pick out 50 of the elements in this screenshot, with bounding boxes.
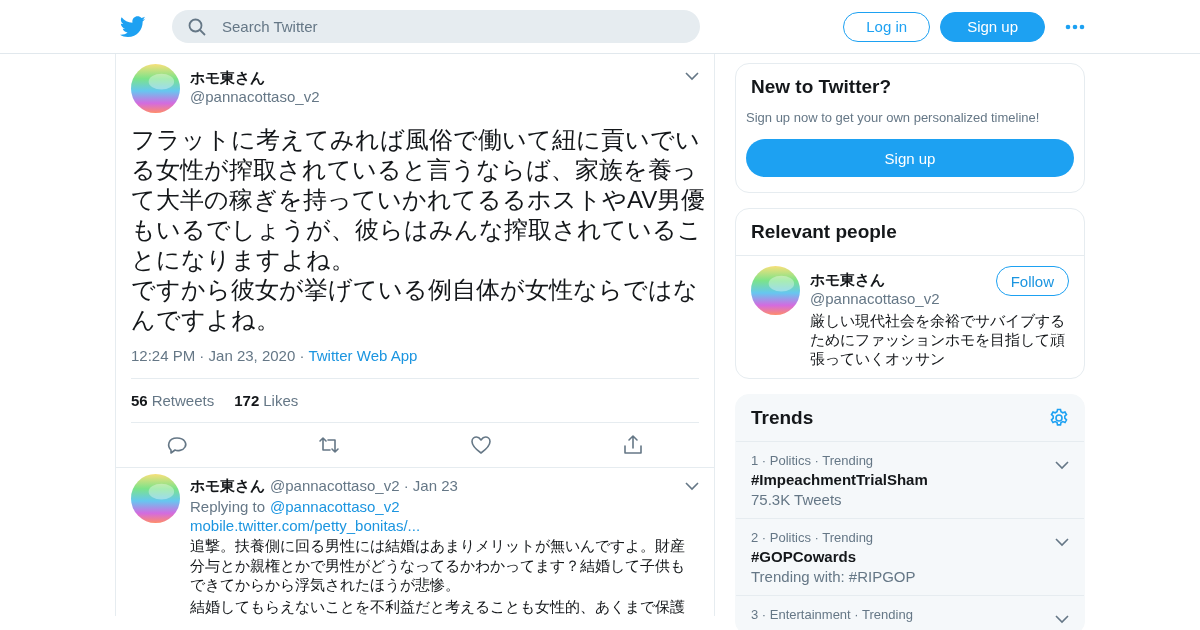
follow-button[interactable]: Follow	[995, 266, 1069, 296]
chevron-down-icon[interactable]	[685, 72, 699, 81]
search-icon	[188, 18, 206, 36]
user-handle[interactable]: @pannacottaso_v2 · Jan 23	[270, 477, 458, 494]
sign-up-button[interactable]: Sign up	[940, 11, 1045, 42]
sign-up-button[interactable]: Sign up	[746, 139, 1074, 177]
retweet-icon[interactable]	[318, 434, 340, 456]
tweet-text: ですから彼女が挙げている例自体が女性ならではなんですよね。	[131, 275, 699, 335]
card-title: Relevant people	[750, 220, 898, 244]
user-handle[interactable]: @pannacottaso_v2	[810, 290, 996, 307]
search-field[interactable]: Search Twitter	[172, 10, 700, 43]
user-bio: 厳しい現代社会を余裕でサバイブするためにファッションホモを目指して頑張っていくオッサン	[810, 311, 1066, 368]
trend-name[interactable]: #GOPCowards	[751, 548, 916, 565]
reply-text: 追撃。扶養側に回る男性には結婚はあまりメリットが無いんですよ。財産分与とか親権とかで男性がどうなってるかわかってます？結婚して子供もできてからから浮気されたほうが悲惨。	[190, 536, 686, 595]
trend-detail: 75.3K Tweets	[751, 491, 843, 508]
display-name[interactable]: ホモ東さん	[810, 271, 996, 290]
bird-logo-icon[interactable]	[120, 15, 146, 38]
chevron-down-icon[interactable]	[685, 482, 699, 491]
log-in-button[interactable]: Log in	[843, 11, 931, 42]
card-title: Trends	[750, 406, 815, 430]
avatar	[131, 474, 180, 523]
stat-count[interactable]: 172 Likes	[234, 392, 299, 409]
tweet-text: フラットに考えてみれば風俗で働いて紐に貢いでいる女性が搾取されていると言うならば、家族を養って大半の稼ぎを持っていかれてるるホストやAV男優もいるでしょうが、彼らはみんな搾取されていることになりますよね。	[131, 125, 707, 275]
trend-meta: 3 · Entertainment · Trending	[751, 607, 913, 622]
more-icon[interactable]	[1065, 23, 1085, 30]
chevron-down-icon[interactable]	[1055, 615, 1069, 624]
chevron-down-icon[interactable]	[1055, 461, 1069, 470]
replying-label: Replying to	[190, 498, 266, 515]
share-icon[interactable]	[622, 434, 644, 456]
source-link[interactable]: Twitter Web App	[308, 347, 418, 364]
chevron-down-icon[interactable]	[1055, 538, 1069, 547]
heart-icon[interactable]	[470, 434, 492, 456]
url-link[interactable]: mobile.twitter.com/petty_bonitas/...	[190, 517, 699, 534]
user-handle[interactable]: @pannacottaso_v2	[190, 88, 675, 105]
avatar	[751, 266, 800, 315]
trend-detail: Trending with: #RIPGOP	[751, 568, 916, 585]
card-subtitle: Sign up now to get your own personalized timeline!	[745, 110, 1041, 125]
mention-link[interactable]: @pannacottaso_v2	[270, 498, 400, 515]
trend-name[interactable]: #ImpeachmentTrialSham	[751, 471, 928, 488]
stat-count[interactable]: 56 Retweets	[131, 392, 215, 409]
avatar	[131, 64, 180, 113]
trend-meta: 2 · Politics · Trending	[751, 530, 875, 545]
settings-icon[interactable]	[1049, 408, 1069, 428]
reply-icon[interactable]	[166, 434, 188, 456]
tweet-timestamp: 12:24 PM · Jan 23, 2020 ·	[131, 347, 305, 364]
display-name[interactable]: ホモ東さん	[190, 69, 675, 88]
display-name[interactable]: ホモ東さん	[190, 477, 265, 496]
reply-text: 結婚してもらえないことを不利益だと考えることも女性的、あくまで保護	[190, 596, 686, 616]
card-title: New to Twitter?	[750, 75, 893, 99]
trend-meta: 1 · Politics · Trending	[751, 453, 875, 468]
